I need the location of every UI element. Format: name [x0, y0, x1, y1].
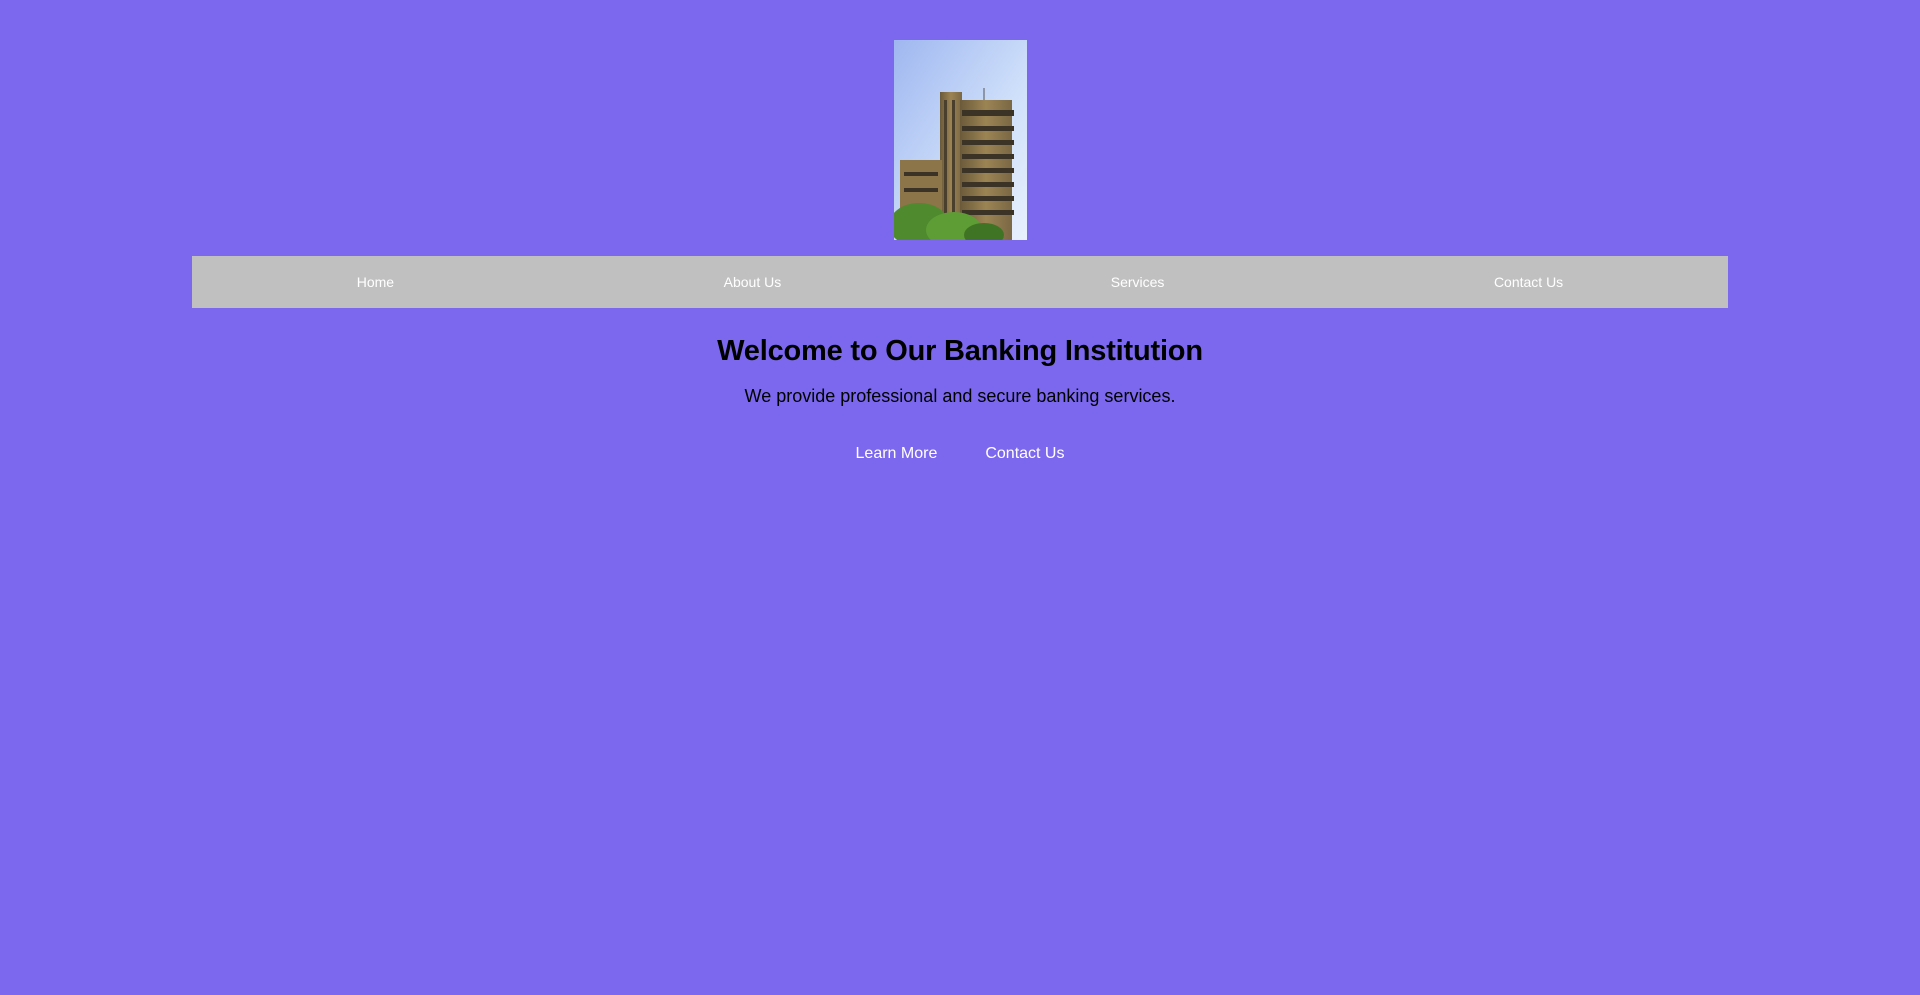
- nav-item-contact-us[interactable]: Contact Us: [1494, 274, 1563, 290]
- nav-item-services[interactable]: Services: [1111, 274, 1165, 290]
- action-buttons: Learn More Contact Us: [0, 445, 1920, 463]
- contact-us-button[interactable]: Contact Us: [985, 445, 1064, 463]
- building-photo-icon: [894, 40, 1027, 240]
- page-title: Welcome to Our Banking Institution: [717, 335, 1203, 367]
- nav-item-home[interactable]: Home: [357, 274, 394, 290]
- learn-more-button[interactable]: Learn More: [856, 445, 938, 463]
- building-image: [894, 40, 1027, 240]
- main-nav: Home About Us Services Contact Us: [192, 256, 1728, 308]
- page-subtitle: We provide professional and secure banki…: [744, 386, 1176, 406]
- nav-item-about-us[interactable]: About Us: [724, 274, 782, 290]
- welcome-section: Welcome to Our Banking Institution We pr…: [0, 335, 1920, 463]
